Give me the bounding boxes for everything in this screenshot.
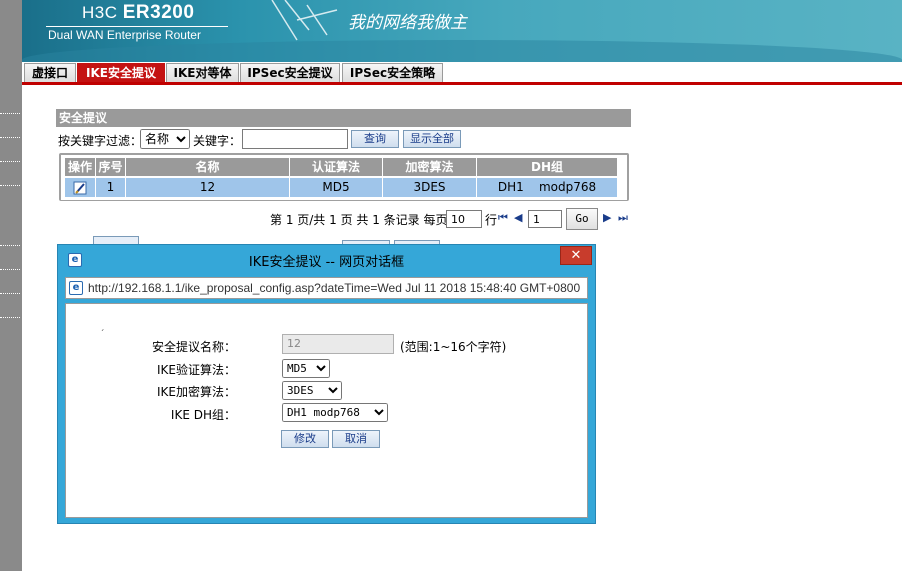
left-nav-tick xyxy=(0,161,20,162)
prev-page-icon[interactable]: ◀ xyxy=(514,211,522,224)
show-all-button[interactable]: 显示全部 xyxy=(403,130,461,148)
rows-unit-label: 行 xyxy=(485,213,498,227)
cursor-mark: ˏ xyxy=(100,322,105,332)
ike-proposal-dialog: e IKE安全提议 -- 网页对话框 ✕ e http://192.168.1.… xyxy=(57,244,596,524)
next-page-icon[interactable]: ▶ xyxy=(603,211,611,224)
enc-algorithm-select[interactable]: 3DES xyxy=(282,381,342,400)
last-page-icon[interactable]: ⏭ xyxy=(618,211,628,225)
row-name: 12 xyxy=(126,178,290,197)
row-enc: 3DES xyxy=(383,178,477,197)
go-button[interactable]: Go xyxy=(566,208,598,230)
col-header-dh: DH组 xyxy=(477,158,617,176)
proposal-name-input[interactable]: 12 xyxy=(282,334,394,354)
left-nav-bar xyxy=(0,0,22,571)
ie-page-icon: e xyxy=(69,281,83,295)
enc-algorithm-label: IKE加密算法： xyxy=(157,385,236,399)
left-nav-tick xyxy=(0,137,20,138)
col-header-action: 操作 xyxy=(65,158,96,176)
dialog-address-bar: e http://192.168.1.1/ike_proposal_config… xyxy=(65,277,588,299)
keyword-label: 关键字： xyxy=(193,134,242,148)
dialog-title: IKE安全提议 -- 网页对话框 xyxy=(248,255,405,270)
filter-field-select[interactable]: 名称 xyxy=(140,129,190,149)
tab-ike-proposal[interactable]: IKE安全提议 xyxy=(77,63,165,83)
brand-rule xyxy=(46,26,228,27)
header-swoosh xyxy=(22,40,902,62)
brand-slogan: 我的网络我做主 xyxy=(348,13,467,33)
edit-icon[interactable] xyxy=(73,181,87,195)
tab-ike-peer[interactable]: IKE对等体 xyxy=(166,63,239,83)
dh-group-label: IKE DH组： xyxy=(170,408,236,422)
col-header-enc: 加密算法 xyxy=(383,158,477,176)
auth-algorithm-select[interactable]: MD5 xyxy=(282,359,330,378)
tab-strip: 虚接口 IKE安全提议 IKE对等体 IPSec安全提议 IPSec安全策略 xyxy=(22,62,902,85)
dialog-close-button[interactable]: ✕ xyxy=(560,246,592,265)
brand-title: H3C ER3200 xyxy=(82,2,194,24)
current-page-input[interactable] xyxy=(528,210,562,228)
tab-rule xyxy=(22,82,902,85)
left-nav-tick xyxy=(0,113,20,114)
left-nav-tick xyxy=(0,293,20,294)
col-header-index: 序号 xyxy=(96,158,126,176)
dialog-url: http://192.168.1.1/ike_proposal_config.a… xyxy=(88,281,581,295)
left-nav-tick xyxy=(0,185,20,186)
left-nav-tick xyxy=(0,245,20,246)
modify-button[interactable]: 修改 xyxy=(281,430,329,448)
filter-label: 按关键字过滤： xyxy=(58,134,143,148)
row-action-cell xyxy=(65,178,96,197)
dialog-body: ˏ 安全提议名称： 12 (范围:1~16个字符) IKE验证算法： MD5 I… xyxy=(65,303,588,518)
left-nav-tick xyxy=(0,269,20,270)
per-page-input[interactable] xyxy=(446,210,482,228)
row-dh: DH1 modp768 xyxy=(477,178,617,197)
row-auth: MD5 xyxy=(290,178,383,197)
dialog-titlebar[interactable]: e IKE安全提议 -- 网页对话框 ✕ xyxy=(58,245,595,275)
col-header-name: 名称 xyxy=(126,158,290,176)
section-title: 安全提议 xyxy=(56,109,631,127)
left-nav-tick xyxy=(0,317,20,318)
proposal-name-hint: (范围:1~16个字符) xyxy=(400,340,507,354)
header-banner: H3C ER3200 Dual WAN Enterprise Router 我的… xyxy=(22,0,902,62)
brand-subtitle: Dual WAN Enterprise Router xyxy=(48,28,201,42)
col-header-auth: 认证算法 xyxy=(290,158,383,176)
header-decoration xyxy=(271,0,338,41)
cancel-button[interactable]: 取消 xyxy=(332,430,380,448)
query-button[interactable]: 查询 xyxy=(351,130,399,148)
brand-model: ER3200 xyxy=(122,2,195,23)
tab-ipsec-proposal[interactable]: IPSec安全提议 xyxy=(240,63,340,83)
dh-group-select[interactable]: DH1 modp768 xyxy=(282,403,388,422)
keyword-input[interactable] xyxy=(242,129,348,149)
proposal-table: 操作 序号 名称 认证算法 加密算法 DH组 1 12 MD5 3DES DH1… xyxy=(59,153,629,201)
row-index: 1 xyxy=(96,178,126,197)
first-page-icon[interactable]: ⏮ xyxy=(498,211,508,225)
pager-summary: 第 1 页/共 1 页 共 1 条记录 每页 xyxy=(270,213,448,227)
brand-name: H3C xyxy=(82,3,118,22)
auth-algorithm-label: IKE验证算法： xyxy=(157,363,236,377)
proposal-name-label: 安全提议名称： xyxy=(151,340,236,354)
tab-ipsec-policy[interactable]: IPSec安全策略 xyxy=(342,63,443,83)
tab-virtual-interface[interactable]: 虚接口 xyxy=(24,63,76,83)
